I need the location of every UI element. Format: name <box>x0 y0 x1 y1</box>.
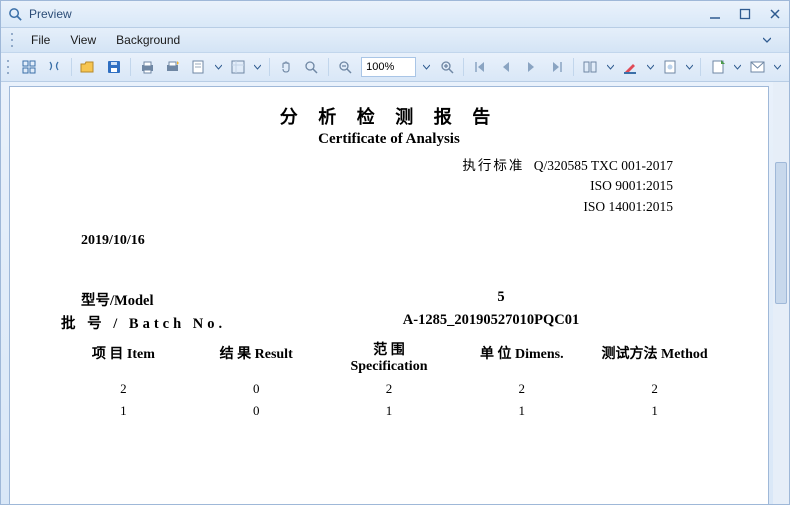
app-icon <box>7 6 23 22</box>
email-dropdown[interactable] <box>772 56 783 78</box>
doc-title-cn: 分 析 检 测 报 告 <box>57 103 721 129</box>
cell-item: 1 <box>57 403 190 419</box>
zoom-in-icon[interactable] <box>435 55 458 79</box>
model-value: 5 <box>281 289 721 310</box>
client-area: 分 析 检 测 报 告 Certificate of Analysis 执行标准… <box>1 82 789 504</box>
table-row: 1 0 1 1 1 <box>57 403 721 419</box>
model-label: 型号/Model <box>57 289 281 310</box>
menubar-overflow[interactable] <box>755 36 779 44</box>
maximize-button[interactable] <box>737 6 753 22</box>
col-spec: 范 围 Specification <box>323 343 456 375</box>
next-page-icon[interactable] <box>520 55 543 79</box>
close-button[interactable] <box>767 6 783 22</box>
col-dimens: 单 位 Dimens. <box>455 343 588 375</box>
col-spec-en: Specification <box>323 359 456 375</box>
minimize-button[interactable] <box>707 6 723 22</box>
std-label: 执行标准 <box>462 158 524 173</box>
zoom-out-icon[interactable] <box>334 55 357 79</box>
zoom-dropdown[interactable] <box>421 56 432 78</box>
export-doc-icon[interactable] <box>706 55 729 79</box>
zoom-input[interactable]: 100% <box>361 57 416 77</box>
std-2: ISO 9001:2015 <box>590 178 673 193</box>
export-doc-dropdown[interactable] <box>732 56 743 78</box>
last-page-icon[interactable] <box>546 55 569 79</box>
save-icon[interactable] <box>102 55 125 79</box>
page-setup-dropdown[interactable] <box>213 56 224 78</box>
menu-view[interactable]: View <box>60 30 106 50</box>
window-controls <box>707 6 783 22</box>
hand-tool-icon[interactable] <box>274 55 297 79</box>
scrollbar-thumb[interactable] <box>775 162 787 304</box>
quick-print-icon[interactable] <box>161 55 184 79</box>
window-title: Preview <box>29 7 707 21</box>
titlebar: Preview <box>1 1 789 28</box>
print-icon[interactable] <box>136 55 159 79</box>
scale-dropdown[interactable] <box>252 56 263 78</box>
cell-method: 1 <box>588 403 721 419</box>
cell-spec: 2 <box>323 381 456 397</box>
doc-date: 2019/10/16 <box>81 233 721 249</box>
std-3: ISO 14001:2015 <box>583 199 673 214</box>
color-dropdown[interactable] <box>644 56 655 78</box>
cell-spec: 1 <box>323 403 456 419</box>
first-page-icon[interactable] <box>469 55 492 79</box>
std-1: Q/320585 TXC 001-2017 <box>534 158 673 173</box>
batch-value: A-1285_20190527010PQC01 <box>261 312 721 333</box>
color-icon[interactable] <box>619 55 642 79</box>
menubar: File View Background <box>1 28 789 53</box>
vertical-scrollbar[interactable] <box>773 82 789 504</box>
find-icon[interactable] <box>43 55 66 79</box>
col-method: 测试方法 Method <box>588 343 721 375</box>
col-item: 项 目 Item <box>57 343 190 375</box>
magnifier-icon[interactable] <box>300 55 323 79</box>
batch-label: 批 号 / Batch No. <box>57 312 261 333</box>
multipage-icon[interactable] <box>579 55 602 79</box>
doc-title-en: Certificate of Analysis <box>57 131 721 148</box>
preview-window: Preview File View Background <box>0 0 790 505</box>
col-spec-cn: 范 围 <box>323 343 456 359</box>
toolbar: 100% <box>1 53 789 82</box>
multipage-dropdown[interactable] <box>605 56 616 78</box>
open-icon[interactable] <box>77 55 100 79</box>
watermark-dropdown[interactable] <box>684 56 695 78</box>
prev-page-icon[interactable] <box>494 55 517 79</box>
cell-dimens: 2 <box>455 381 588 397</box>
cell-result: 0 <box>190 403 323 419</box>
scale-icon[interactable] <box>227 55 250 79</box>
menubar-grip <box>11 33 17 47</box>
cell-result: 0 <box>190 381 323 397</box>
col-result: 结 果 Result <box>190 343 323 375</box>
watermark-icon[interactable] <box>659 55 682 79</box>
document-page: 分 析 检 测 报 告 Certificate of Analysis 执行标准… <box>29 91 749 419</box>
table-header: 项 目 Item 结 果 Result 范 围 Specification 单 … <box>57 343 721 375</box>
thumbnails-icon[interactable] <box>18 55 41 79</box>
cell-method: 2 <box>588 381 721 397</box>
menu-file[interactable]: File <box>21 30 60 50</box>
standards-block: 执行标准 Q/320585 TXC 001-2017 ISO 9001:2015… <box>57 156 673 217</box>
table-row: 2 0 2 2 2 <box>57 381 721 397</box>
cell-dimens: 1 <box>455 403 588 419</box>
page-setup-icon[interactable] <box>187 55 210 79</box>
menu-background[interactable]: Background <box>106 30 190 50</box>
cell-item: 2 <box>57 381 190 397</box>
toolbar-grip <box>7 60 13 74</box>
email-icon[interactable] <box>746 55 769 79</box>
